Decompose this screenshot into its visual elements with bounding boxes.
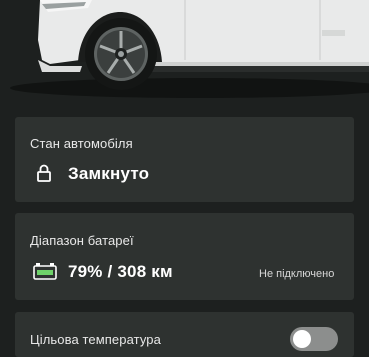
target-temperature-title: Цільова температура xyxy=(30,332,161,347)
target-temperature-toggle[interactable] xyxy=(290,327,338,351)
battery-range-value: 79% / 308 км xyxy=(68,262,173,281)
battery-range-card[interactable]: Діапазон батареї 79% / 308 км Не підключ… xyxy=(15,213,354,300)
vehicle-status-card[interactable]: Стан автомобіля Замкнуто xyxy=(15,117,354,202)
vehicle-status-title: Стан автомобіля xyxy=(30,136,133,151)
vehicle-lock-status: Замкнуто xyxy=(68,164,150,183)
lock-icon xyxy=(37,164,51,187)
battery-icon xyxy=(33,263,57,285)
toggle-knob xyxy=(293,330,311,348)
vehicle-image xyxy=(0,0,369,108)
target-temperature-card[interactable]: Цільова температура xyxy=(15,312,354,357)
battery-range-title: Діапазон батареї xyxy=(30,233,134,248)
charging-status: Не підключено xyxy=(259,268,335,280)
